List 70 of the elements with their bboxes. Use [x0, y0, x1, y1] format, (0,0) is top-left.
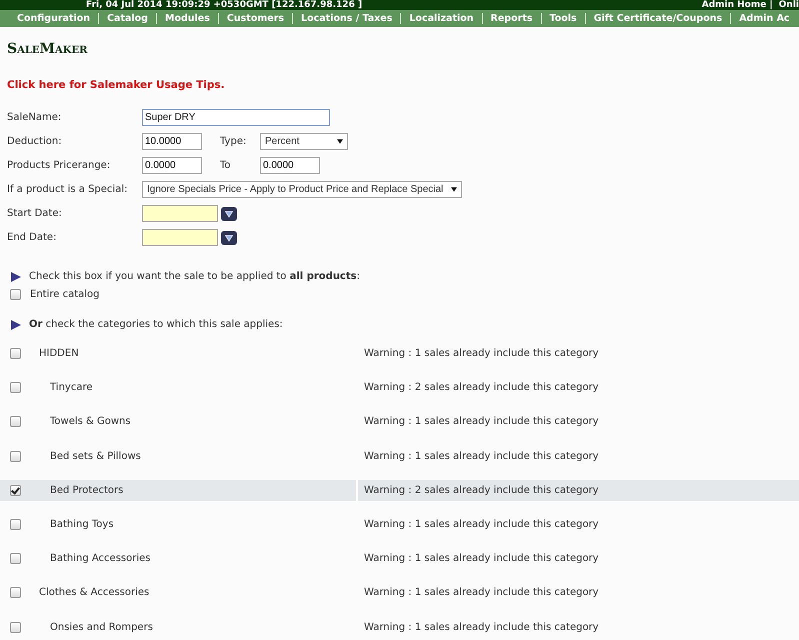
menu-item[interactable]: Configuration [0, 13, 98, 24]
category-name: HIDDEN [38, 348, 79, 359]
field-label: Products Pricerange: [7, 160, 112, 171]
triangle-bullet-icon [11, 320, 21, 330]
menu-item[interactable]: Gift Certificate/Coupons [584, 13, 730, 24]
dropdown-caret-icon [337, 139, 343, 144]
field-label: End Date: [7, 232, 58, 243]
dropdown-caret-icon [451, 187, 458, 192]
calendar-dropdown-icon[interactable] [221, 206, 237, 220]
checkbox[interactable] [10, 382, 21, 394]
category-warning: Warning : 2 sales already include this category [363, 484, 599, 496]
category-name: Onsies and Rompers [49, 622, 153, 632]
calendar-dropdown-icon[interactable] [221, 230, 237, 244]
category-warning: Warning : 1 sales already include this category [363, 622, 599, 632]
field-label: Start Date: [7, 208, 63, 219]
type-dropdown[interactable]: Percent [260, 133, 348, 150]
server-time: Fri, 04 Jul 2014 19:09:29 +0530GMT [122.167.98.126 ] [86, 0, 362, 10]
field-label: To [219, 160, 232, 171]
checkbox[interactable] [10, 587, 21, 598]
category-name: Bed sets & Pillows [49, 450, 141, 462]
menu-item[interactable]: Modules [156, 13, 218, 24]
category-name: Towels & Gowns [49, 416, 131, 428]
checkbox[interactable] [10, 348, 21, 359]
checkbox-label: Entire catalog [30, 289, 100, 300]
menu-item[interactable]: Locations / Taxes [292, 13, 400, 24]
start-date-field[interactable] [142, 205, 218, 222]
checkbox[interactable] [10, 553, 21, 564]
category-name: Bathing Accessories [49, 553, 150, 564]
end-date-field[interactable] [142, 229, 218, 246]
field-label: SaleName: [7, 112, 62, 123]
menu-item[interactable]: Tools [540, 13, 585, 24]
page-title: SaleMaker [7, 41, 88, 57]
checkbox[interactable] [10, 518, 21, 530]
field-label: Type: [219, 136, 248, 147]
checkbox[interactable] [10, 484, 21, 496]
menu-item[interactable]: Customers [218, 13, 292, 24]
price-from-field[interactable]: 0.0000 [142, 157, 202, 174]
usage-tips-link[interactable]: Click here for Salemaker Usage Tips. [7, 79, 225, 91]
category-warning: Warning : 1 sales already include this category [363, 450, 599, 462]
price-to-field[interactable]: 0.0000 [260, 157, 320, 174]
menu-item[interactable]: Localization [400, 13, 482, 24]
menu-item[interactable]: Reports [482, 13, 541, 24]
category-name: Bed Protectors [49, 484, 124, 496]
sale-name-field[interactable]: Super DRY [142, 109, 330, 126]
menu-item[interactable]: Admin Ac [730, 13, 798, 24]
header-link[interactable]: Onli [778, 0, 799, 10]
instruction-text: Check this box if you want the sale to be applied to all products: [29, 271, 360, 282]
instruction-text: Or check the categories to which this sale applies: [29, 319, 283, 330]
category-warning: Warning : 1 sales already include this category [363, 553, 599, 564]
category-name: Bathing Toys [49, 518, 114, 530]
category-warning: Warning : 1 sales already include this category [363, 587, 599, 598]
category-warning: Warning : 2 sales already include this category [363, 382, 599, 394]
triangle-bullet-icon [11, 272, 21, 282]
category-warning: Warning : 1 sales already include this category [363, 348, 599, 359]
category-name: Clothes & Accessories [38, 587, 150, 598]
category-name: Tinycare [49, 382, 93, 394]
checkbox[interactable] [10, 416, 21, 428]
field-label: If a product is a Special: [7, 184, 128, 195]
deduction-field[interactable]: 10.0000 [142, 133, 202, 150]
menu-item[interactable]: Catalog [98, 13, 156, 24]
checkbox[interactable] [10, 450, 21, 462]
dropdown-value: Percent [265, 136, 300, 147]
category-warning: Warning : 1 sales already include this category [363, 416, 599, 428]
category-warning: Warning : 1 sales already include this category [363, 518, 599, 530]
header-link[interactable]: Admin Home | [702, 0, 773, 10]
special-dropdown[interactable]: Ignore Specials Price - Apply to Product Price and Replace Special [142, 181, 462, 198]
dropdown-value: Ignore Specials Price - Apply to Product Price and Replace Special [147, 184, 444, 195]
checkbox[interactable] [10, 622, 21, 632]
field-label: Deduction: [7, 136, 63, 147]
checkbox[interactable] [10, 289, 21, 300]
